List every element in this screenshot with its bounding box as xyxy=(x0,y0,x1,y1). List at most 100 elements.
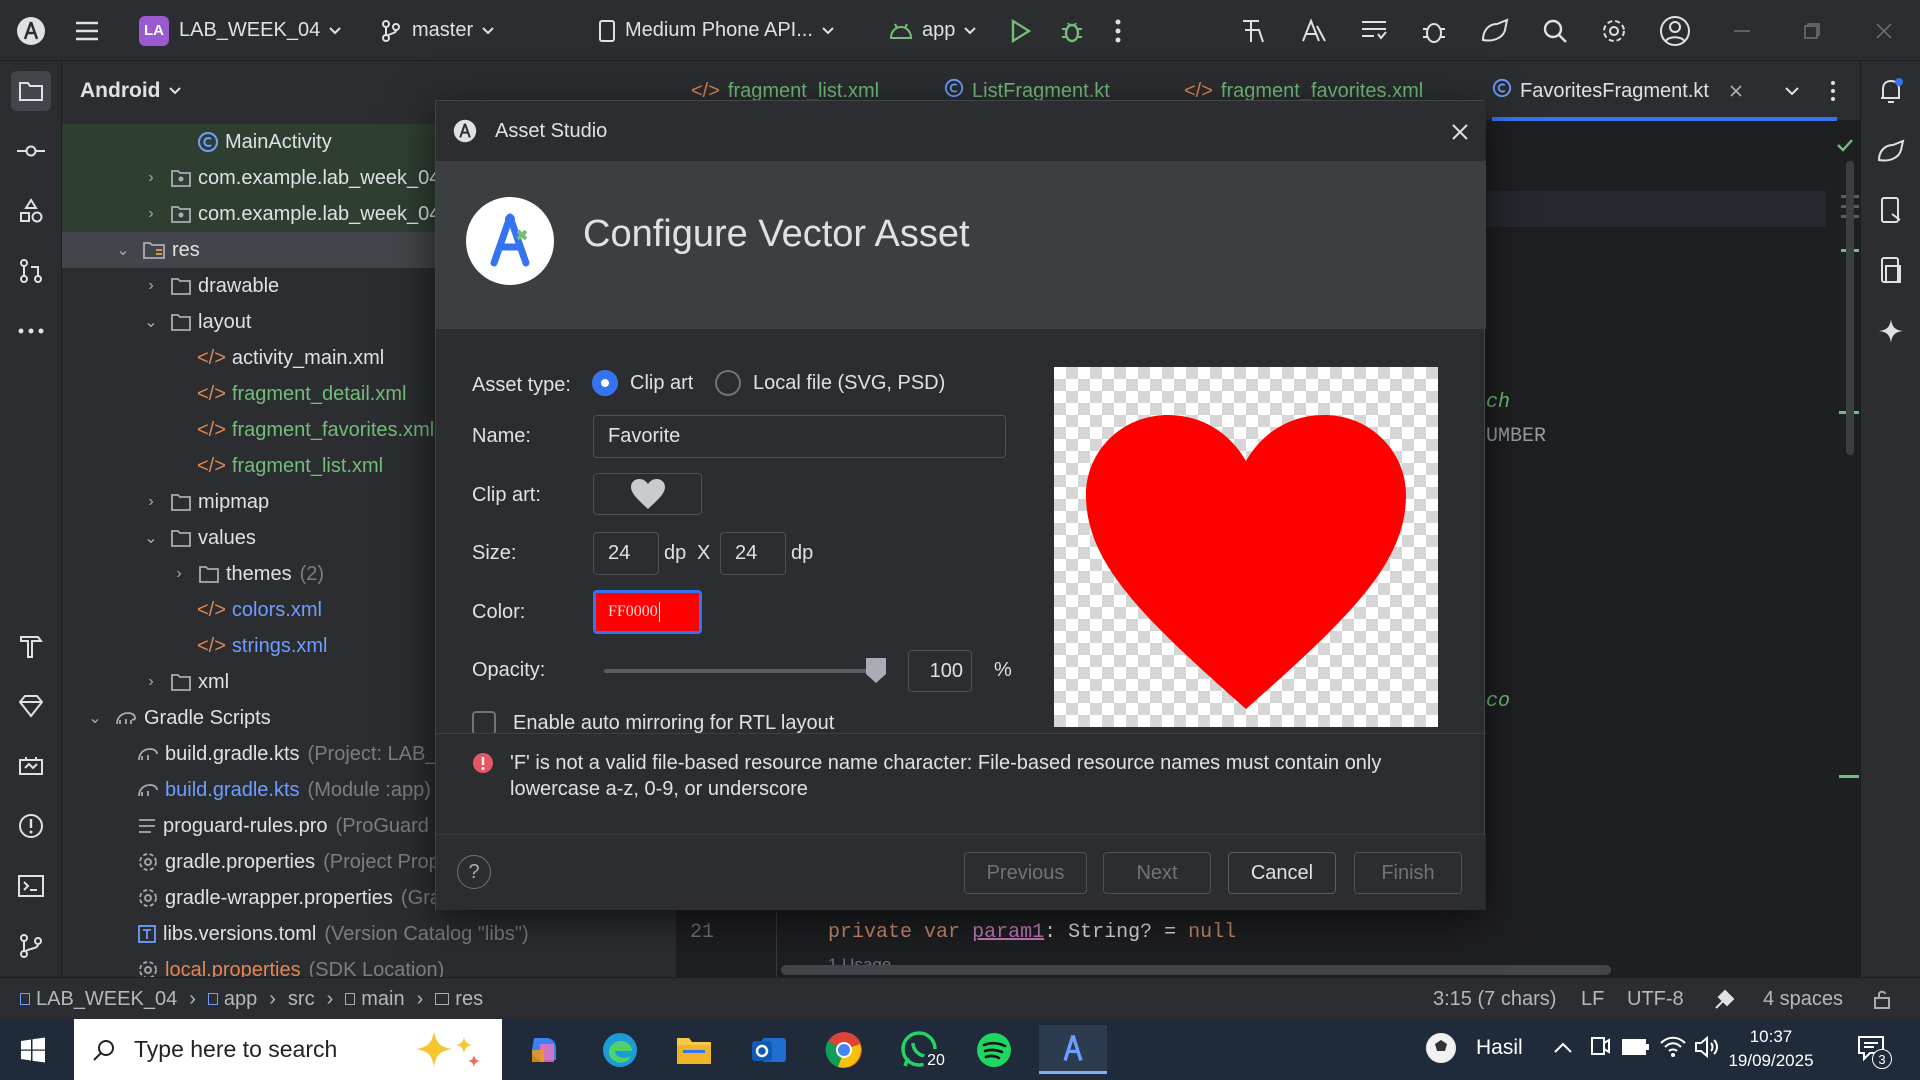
chevron-right-icon[interactable]: › xyxy=(142,673,160,691)
radio-button-checked[interactable] xyxy=(592,370,618,396)
volume-icon[interactable] xyxy=(1694,1035,1720,1065)
version-control-icon[interactable] xyxy=(11,926,51,966)
opacity-input[interactable]: 100 xyxy=(908,650,972,692)
build-hammer-icon[interactable] xyxy=(11,626,51,666)
cancel-button[interactable]: Cancel xyxy=(1228,852,1336,894)
meet-camera-icon[interactable] xyxy=(1589,1035,1611,1065)
copilot-app-icon[interactable] xyxy=(514,1025,574,1074)
tab-list-chevron-icon[interactable] xyxy=(1784,61,1800,121)
settings-gear-icon[interactable] xyxy=(1600,0,1628,61)
taskbar-search-box[interactable]: Type here to search xyxy=(74,1019,502,1080)
chevron-down-icon[interactable]: ⌄ xyxy=(114,240,132,260)
line-separator[interactable]: LF xyxy=(1581,978,1604,1020)
app-inspection-icon[interactable] xyxy=(11,746,51,786)
rtl-mirroring-checkbox-row[interactable]: Enable auto mirroring for RTL layout xyxy=(472,711,1032,733)
tab-favorites-fragment-kt[interactable]: FavoritesFragment.kt xyxy=(1492,61,1743,121)
chrome-icon[interactable] xyxy=(814,1025,874,1074)
debug-icon[interactable] xyxy=(1058,0,1086,61)
minimize-window-icon[interactable] xyxy=(1734,0,1750,61)
close-icon[interactable] xyxy=(1451,123,1469,141)
breadcrumb-item[interactable]: src xyxy=(288,988,315,1011)
pull-requests-icon[interactable] xyxy=(11,251,51,291)
project-selector[interactable]: LA LAB_WEEK_04 xyxy=(139,0,342,61)
file-explorer-icon[interactable] xyxy=(664,1025,724,1074)
branch-selector[interactable]: master xyxy=(380,0,495,61)
radio-local-file[interactable]: Local file (SVG, PSD) xyxy=(715,370,945,396)
outlook-icon[interactable] xyxy=(739,1025,799,1074)
terminal-icon[interactable] xyxy=(11,866,51,906)
layout-inspector-icon[interactable] xyxy=(1239,0,1269,61)
size-width-input[interactable]: 24 xyxy=(593,532,659,575)
tree-item-libs-versions-toml[interactable]: libs.versions.toml (Version Catalog "lib… xyxy=(62,916,676,952)
opacity-slider-track[interactable] xyxy=(604,669,876,673)
system-clock[interactable]: 10:37 19/09/2025 xyxy=(1720,1025,1822,1073)
run-config-selector[interactable]: app xyxy=(888,0,977,61)
indent-setting[interactable]: 4 spaces xyxy=(1763,978,1843,1020)
chevron-right-icon[interactable]: › xyxy=(142,277,160,295)
clip-art-picker-button[interactable] xyxy=(593,473,702,515)
editor-vertical-scrollbar[interactable] xyxy=(1846,161,1854,455)
gemini-diamond-icon[interactable] xyxy=(11,686,51,726)
chevron-down-icon[interactable]: ⌄ xyxy=(142,528,160,548)
hamburger-menu-icon[interactable] xyxy=(74,0,100,61)
read-only-lock-icon[interactable] xyxy=(1872,978,1894,1020)
name-input[interactable]: Favorite xyxy=(593,415,1006,458)
running-devices-icon[interactable] xyxy=(1871,191,1911,231)
breadcrumb-item[interactable]: app xyxy=(224,988,257,1011)
more-tool-windows-icon[interactable] xyxy=(11,311,51,351)
radio-clip-art[interactable]: Clip art xyxy=(592,370,693,396)
device-manager-icon[interactable] xyxy=(1871,131,1911,171)
close-window-icon[interactable] xyxy=(1876,0,1892,61)
edge-browser-icon[interactable] xyxy=(590,1025,650,1074)
more-actions-icon[interactable] xyxy=(1114,0,1122,61)
device-manager-icon[interactable] xyxy=(1479,0,1511,61)
android-studio-taskbar-icon[interactable] xyxy=(1039,1025,1107,1074)
file-encoding[interactable]: UTF-8 xyxy=(1627,978,1684,1020)
account-icon[interactable] xyxy=(1659,0,1691,61)
battery-icon[interactable] xyxy=(1622,1038,1650,1062)
spotify-icon[interactable] xyxy=(964,1025,1024,1074)
windows-start-icon[interactable] xyxy=(20,1037,46,1069)
maximize-window-icon[interactable] xyxy=(1804,0,1820,61)
whatsapp-icon[interactable]: 20 xyxy=(889,1025,949,1074)
task-list-icon[interactable] xyxy=(1359,0,1389,61)
android-studio-logo-icon[interactable] xyxy=(16,0,46,61)
tree-item-local-properties[interactable]: local.properties (SDK Location) xyxy=(62,952,676,977)
commit-icon[interactable] xyxy=(11,131,51,171)
chevron-down-icon[interactable]: ⌄ xyxy=(86,708,104,728)
search-icon[interactable] xyxy=(1541,0,1569,61)
opacity-slider-thumb[interactable] xyxy=(865,657,887,684)
project-folder-icon[interactable] xyxy=(11,71,51,111)
chevron-right-icon[interactable]: › xyxy=(142,169,160,187)
help-button[interactable]: ? xyxy=(457,855,491,889)
next-button[interactable]: Next xyxy=(1103,852,1211,894)
notifications-bell-icon[interactable] xyxy=(1871,71,1911,111)
chevron-down-icon[interactable]: ⌄ xyxy=(142,312,160,332)
device-explorer-icon[interactable] xyxy=(1871,251,1911,291)
wifi-icon[interactable] xyxy=(1659,1034,1687,1064)
resource-manager-icon[interactable] xyxy=(11,191,51,231)
radio-button-unchecked[interactable] xyxy=(715,370,741,396)
problems-icon[interactable] xyxy=(11,806,51,846)
device-selector[interactable]: Medium Phone API... xyxy=(597,0,835,61)
project-view-selector[interactable]: Android xyxy=(80,79,182,103)
size-height-input[interactable]: 24 xyxy=(720,532,786,575)
profiler-bug-icon[interactable] xyxy=(1419,0,1449,61)
weather-widget[interactable]: Hasil xyxy=(1424,1031,1523,1065)
run-icon[interactable] xyxy=(1008,0,1032,61)
editor-horizontal-scrollbar[interactable] xyxy=(781,965,1611,975)
chevron-right-icon[interactable]: › xyxy=(142,493,160,511)
finish-button[interactable]: Finish xyxy=(1354,852,1462,894)
show-hidden-icons-chevron-icon[interactable] xyxy=(1553,1037,1573,1060)
rtl-checkbox[interactable] xyxy=(472,711,496,733)
close-tab-icon[interactable] xyxy=(1729,84,1743,98)
gemini-sparkle-icon[interactable] xyxy=(1871,311,1911,351)
translate-icon[interactable] xyxy=(1299,0,1329,61)
tab-more-options-icon[interactable] xyxy=(1830,61,1836,121)
previous-button[interactable]: Previous xyxy=(964,852,1087,894)
caret-position[interactable]: 3:15 (7 chars) xyxy=(1433,978,1556,1020)
chevron-right-icon[interactable]: › xyxy=(170,565,188,583)
action-center-icon[interactable]: 3 xyxy=(1856,1033,1892,1069)
code-style-icon[interactable] xyxy=(1713,978,1737,1020)
breadcrumb-item[interactable]: LAB_WEEK_04 xyxy=(36,988,177,1011)
